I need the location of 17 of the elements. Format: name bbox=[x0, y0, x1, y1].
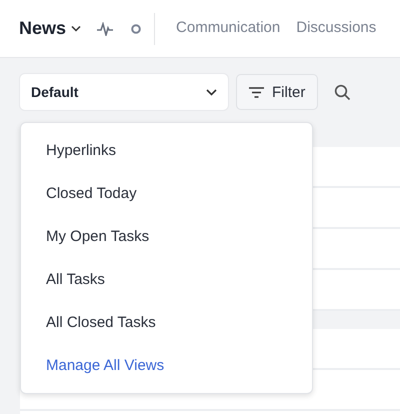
menu-item[interactable]: All Closed Tasks bbox=[21, 301, 312, 344]
manage-views-link[interactable]: Manage All Views bbox=[21, 344, 312, 387]
menu-item[interactable]: All Tasks bbox=[21, 258, 312, 301]
page-title[interactable]: News bbox=[19, 18, 66, 39]
pulse-icon[interactable] bbox=[97, 22, 114, 36]
search-icon[interactable] bbox=[334, 84, 352, 100]
circle-icon[interactable] bbox=[131, 24, 142, 34]
chevron-down-icon[interactable] bbox=[206, 88, 217, 96]
filter-button[interactable]: Filter bbox=[236, 74, 318, 110]
menu-item[interactable]: My Open Tasks bbox=[21, 215, 312, 258]
menu-item[interactable]: Closed Today bbox=[21, 172, 312, 215]
view-select[interactable]: Default bbox=[20, 74, 228, 110]
menu-item[interactable]: Hyperlinks bbox=[21, 129, 312, 172]
nav-tab[interactable]: Communication bbox=[176, 15, 280, 42]
chevron-down-icon[interactable] bbox=[71, 25, 82, 32]
filter-icon bbox=[249, 86, 264, 98]
nav-tab[interactable]: Discussions bbox=[296, 15, 376, 42]
